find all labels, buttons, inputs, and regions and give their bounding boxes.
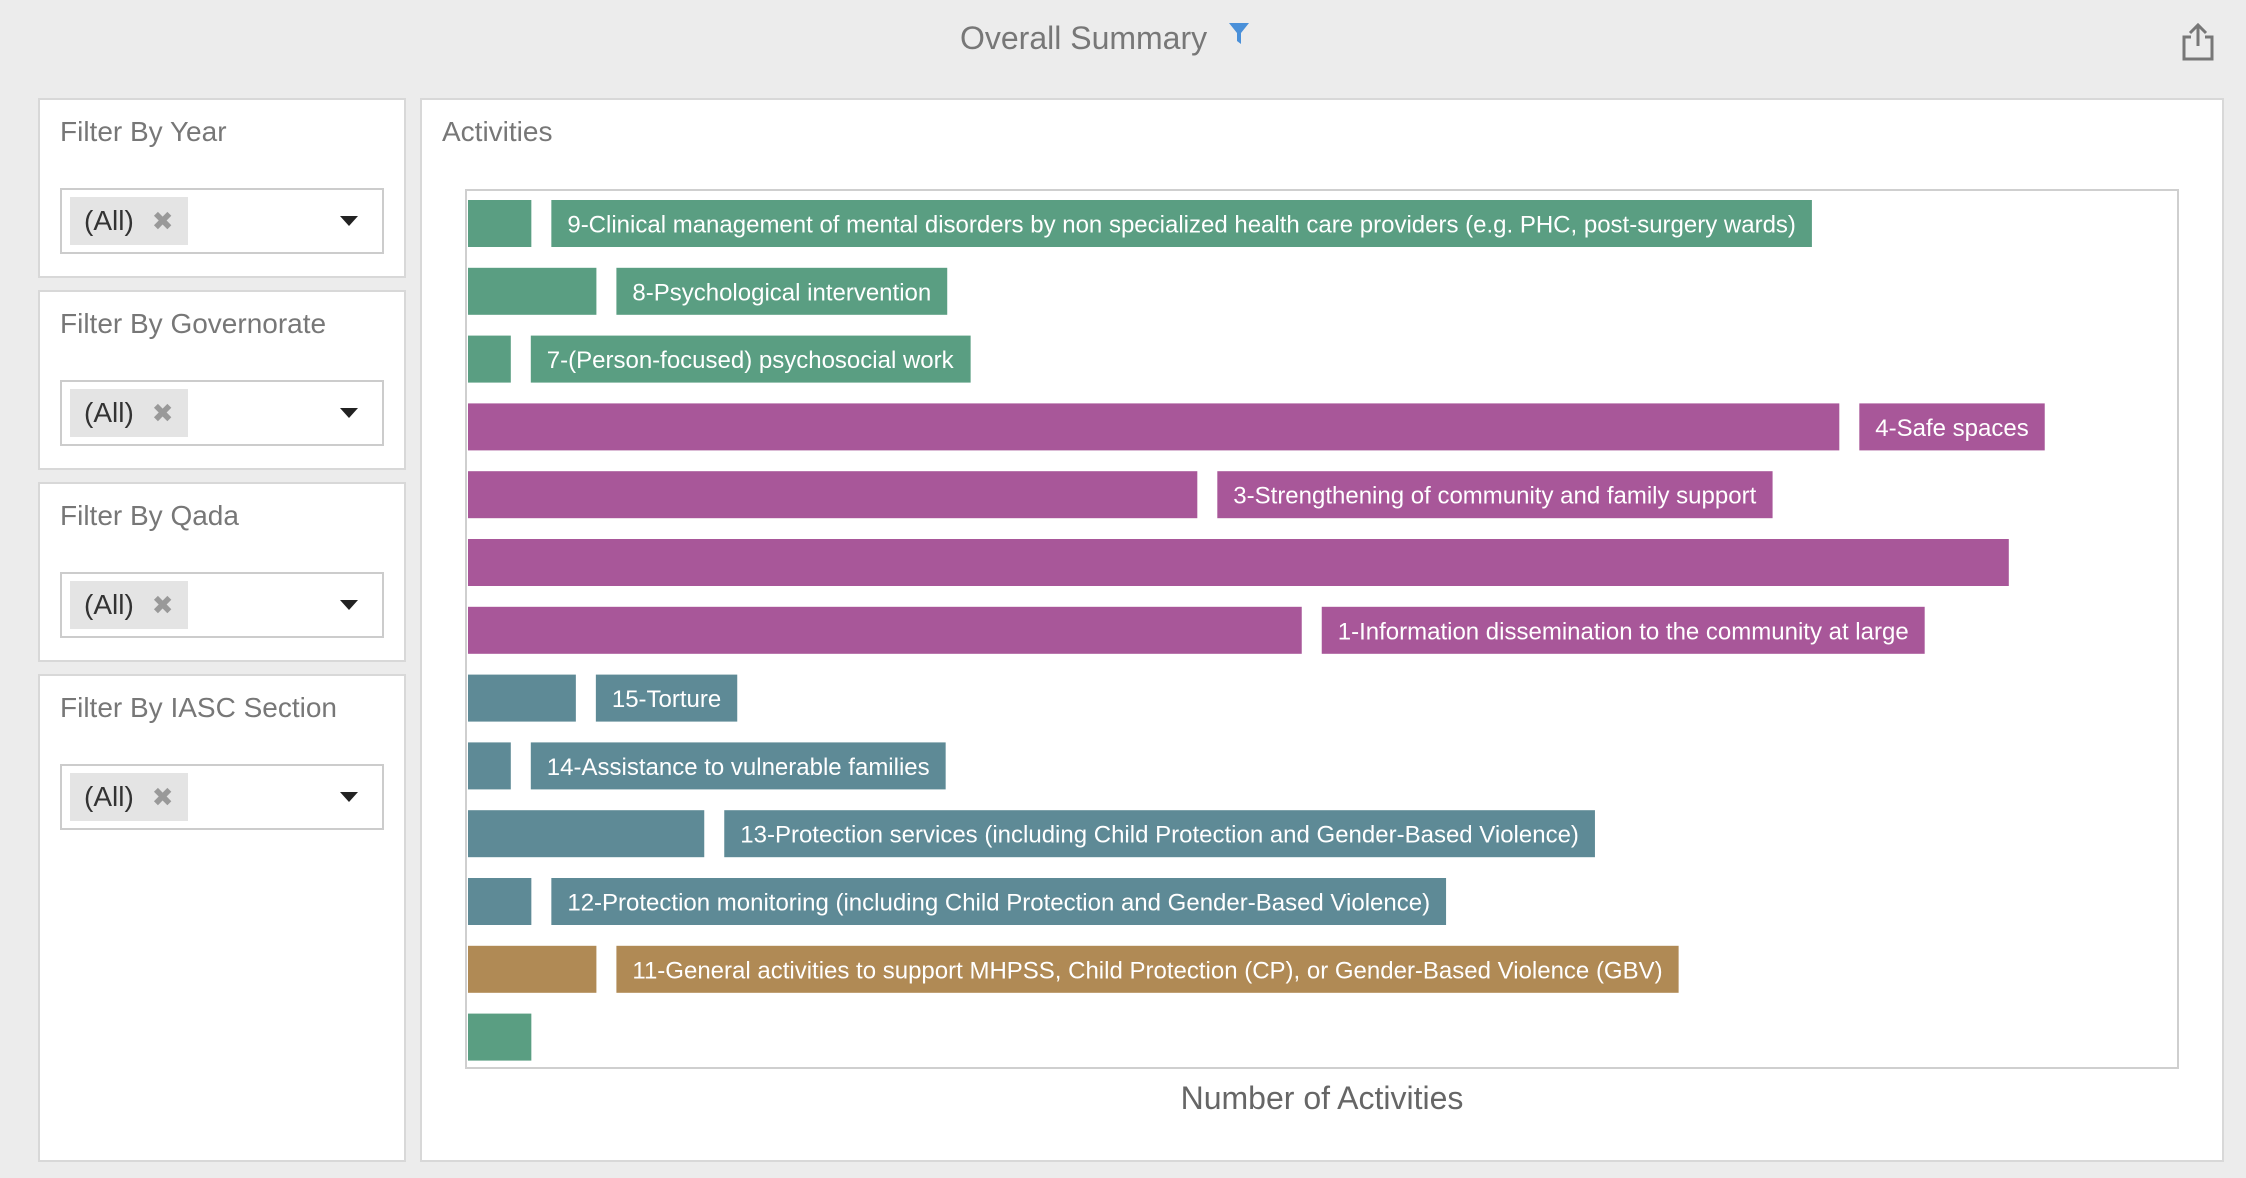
bar-label-text: 11-General activities to support MHPSS, … <box>632 957 1662 984</box>
bar-label[interactable]: 13-Protection services (including Child … <box>724 810 1595 858</box>
bar[interactable] <box>468 1013 532 1061</box>
bar-label[interactable]: 9-Clinical management of mental disorder… <box>551 200 1812 247</box>
bar-label[interactable]: 15-Torture <box>595 674 738 722</box>
bar-label-text: 3-Strengthening of community and family … <box>1233 483 1756 510</box>
bar-label-text: 12-Protection monitoring (including Chil… <box>567 890 1430 917</box>
bar[interactable] <box>468 606 1302 654</box>
bar[interactable] <box>468 674 576 722</box>
filter-label: Filter By Year <box>60 116 227 147</box>
governorate-select[interactable]: (All) ✖ <box>60 380 384 446</box>
selected-chip: (All) ✖ <box>70 773 188 821</box>
bar[interactable] <box>468 471 1198 519</box>
year-select[interactable]: (All) ✖ <box>60 188 384 254</box>
bar-label[interactable]: 3-Strengthening of community and family … <box>1217 471 1773 519</box>
bar-label-text: 13-Protection services (including Child … <box>740 822 1579 849</box>
bar[interactable] <box>468 539 2009 586</box>
caret-down-icon[interactable] <box>340 792 358 802</box>
bar-label[interactable]: 11-General activities to support MHPSS, … <box>616 945 1679 993</box>
filter-panel-year: Filter By Year (All) ✖ <box>38 98 406 278</box>
page-title: Overall Summary <box>959 20 1208 57</box>
close-x-icon[interactable]: ✖ <box>152 389 174 437</box>
bar-label-text: 1-Information dissemination to the commu… <box>1338 618 1909 645</box>
iasc-section-select[interactable]: (All) ✖ <box>60 764 384 830</box>
bar-label-text: 15-Torture <box>612 686 721 713</box>
bar-label[interactable]: 7-(Person-focused) psychosocial work <box>530 335 971 383</box>
chip-value: (All) <box>84 397 134 428</box>
page-header: Overall Summary <box>0 18 2210 57</box>
caret-down-icon[interactable] <box>340 408 358 418</box>
filter-panel-qada: Filter By Qada (All) ✖ <box>38 482 406 662</box>
bar[interactable] <box>468 810 705 858</box>
selected-chip: (All) ✖ <box>70 389 188 437</box>
activities-chart-panel: Activities 9-Clinical management of ment… <box>420 98 2224 1162</box>
bar[interactable] <box>468 878 532 925</box>
caret-down-icon[interactable] <box>340 216 358 226</box>
close-x-icon[interactable]: ✖ <box>152 581 174 629</box>
selected-chip: (All) ✖ <box>70 581 188 629</box>
filter-label: Filter By IASC Section <box>60 692 337 723</box>
bar[interactable] <box>468 945 597 993</box>
filter-panel-iasc-section: Filter By IASC Section (All) ✖ <box>38 674 406 1162</box>
chip-value: (All) <box>84 781 134 812</box>
bar[interactable] <box>468 403 1840 451</box>
bar[interactable] <box>468 335 511 383</box>
chip-value: (All) <box>84 205 134 236</box>
bar-label[interactable]: 8-Psychological intervention <box>616 267 948 315</box>
activities-bar-chart: 9-Clinical management of mental disorder… <box>465 189 2179 1069</box>
close-x-icon[interactable]: ✖ <box>152 197 174 245</box>
bar-label-text: 14-Assistance to vulnerable families <box>547 754 930 781</box>
filter-label: Filter By Governorate <box>60 308 327 339</box>
share-export-icon[interactable] <box>2180 22 2216 62</box>
close-x-icon[interactable]: ✖ <box>152 773 174 821</box>
bar-label-text: 7-(Person-focused) psychosocial work <box>547 347 955 374</box>
qada-select[interactable]: (All) ✖ <box>60 572 384 638</box>
caret-down-icon[interactable] <box>340 600 358 610</box>
bar-label-text: 4-Safe spaces <box>1875 415 2028 442</box>
selected-chip: (All) ✖ <box>70 197 188 245</box>
chip-value: (All) <box>84 589 134 620</box>
dashboard: Overall Summary Filter By Year (All) ✖ F… <box>0 0 2246 1178</box>
bar[interactable] <box>468 742 511 790</box>
filter-funnel-icon[interactable] <box>1228 22 1250 46</box>
filter-label: Filter By Qada <box>60 500 239 531</box>
bar[interactable] <box>468 267 597 315</box>
bar-label[interactable]: 12-Protection monitoring (including Chil… <box>551 878 1447 925</box>
bar-label[interactable]: 4-Safe spaces <box>1859 403 2045 451</box>
bar-label[interactable]: 1-Information dissemination to the commu… <box>1321 606 1925 654</box>
bar-label[interactable]: 14-Assistance to vulnerable families <box>530 742 946 790</box>
bar-label-text: 9-Clinical management of mental disorder… <box>567 212 1796 239</box>
bar-label-text: 8-Psychological intervention <box>632 279 931 306</box>
filter-panel-governorate: Filter By Governorate (All) ✖ <box>38 290 406 470</box>
bar[interactable] <box>468 200 532 247</box>
x-axis-label: Number of Activities <box>1180 1080 1464 1116</box>
